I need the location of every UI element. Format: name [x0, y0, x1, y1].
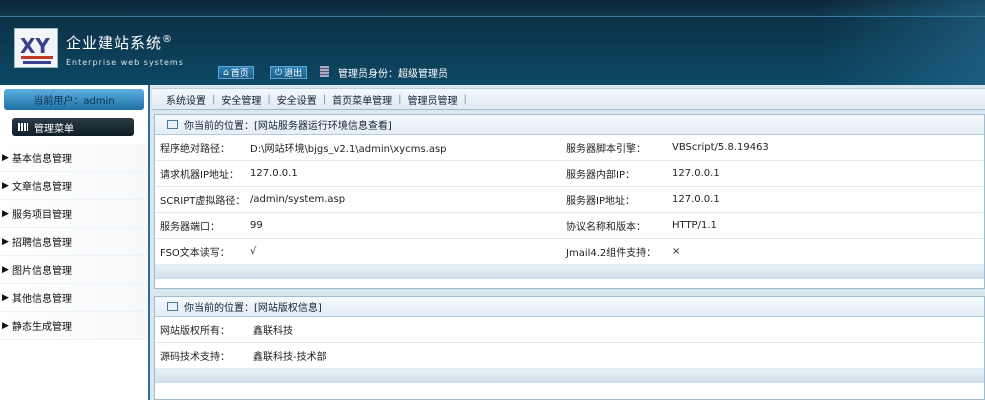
admin-list-icon — [320, 66, 329, 77]
sidebar-item-label: 招聘信息管理 — [12, 238, 72, 249]
caret-right-icon: ▶ — [2, 208, 9, 219]
row-label: 服务器脚本引擎： — [566, 144, 646, 155]
tab-admin-management[interactable]: 管理员管理 — [402, 92, 464, 107]
table-row: 程序绝对路径： D:\网站环境\bjgs_v2.1\admin\xycms.as… — [155, 135, 984, 161]
row-value: /admin/system.asp — [250, 194, 346, 205]
top-tab-menu: 系统设置 | 安全管理 | 安全设置 | 首页菜单管理 | 管理员管理 | — [152, 88, 985, 110]
row-value: 99 — [250, 220, 263, 231]
sidebar-item-label: 基本信息管理 — [12, 154, 72, 165]
menu-title: 管理菜单 — [34, 123, 74, 135]
panel-breadcrumb: 你当前的位置：[网站版权信息] — [155, 297, 984, 317]
sidebar-item-static[interactable]: ▶ 静态生成管理 — [0, 312, 148, 340]
row-label: 服务器内部IP： — [566, 170, 635, 181]
breadcrumb-text: 你当前的位置：[网站服务器运行环境信息查看] — [184, 121, 392, 132]
row-label: 程序绝对路径： — [160, 144, 230, 155]
row-label: 请求机器IP地址： — [160, 170, 239, 181]
tab-separator: | — [463, 93, 467, 105]
row-value: 鑫联科技-技术部 — [253, 352, 327, 363]
app-title: 企业建站系统® — [66, 34, 174, 52]
header-glow — [820, 0, 985, 85]
row-value: 鑫联科技 — [253, 326, 293, 337]
panel-footer — [155, 265, 984, 279]
sidebar-item-label: 其他信息管理 — [12, 294, 72, 305]
power-icon: ⏻ — [275, 67, 283, 78]
window-icon — [167, 120, 178, 129]
table-row: FSO文本读写： √ Jmail4.2组件支持： × — [155, 239, 984, 265]
logo-xy-icon: XY — [20, 34, 53, 64]
server-info-panel: 你当前的位置：[网站服务器运行环境信息查看] 程序绝对路径： D:\网站环境\b… — [154, 114, 985, 289]
breadcrumb-text: 你当前的位置：[网站版权信息] — [184, 303, 322, 314]
menu-header[interactable]: 管理菜单 — [12, 118, 134, 136]
sidebar: 当前用户：admin 管理菜单 ▶ 基本信息管理 ▶ 文章信息管理 ▶ 服务项目管理 … — [0, 85, 150, 400]
logout-label: 退出 — [284, 69, 303, 79]
sidebar-item-label: 服务项目管理 — [12, 210, 72, 221]
sidebar-item-label: 静态生成管理 — [12, 322, 72, 333]
row-label: FSO文本读写： — [160, 248, 230, 259]
sidebar-item-services[interactable]: ▶ 服务项目管理 — [0, 200, 148, 228]
tab-security-settings[interactable]: 安全设置 — [271, 92, 323, 107]
sidebar-item-recruitment[interactable]: ▶ 招聘信息管理 — [0, 228, 148, 256]
caret-right-icon: ▶ — [2, 320, 9, 331]
row-label: 网站版权所有： — [160, 326, 230, 337]
sidebar-item-images[interactable]: ▶ 图片信息管理 — [0, 256, 148, 284]
row-label: SCRIPT虚拟路径： — [160, 196, 246, 207]
row-label: 协议名称和版本： — [566, 222, 646, 233]
table-row: 源码技术支持： 鑫联科技-技术部 — [155, 343, 984, 369]
window-icon — [167, 302, 178, 311]
header: XY 企业建站系统® Enterprise web systems ⌂ 首页 ⏻… — [0, 0, 985, 85]
table-row: 请求机器IP地址： 127.0.0.1 服务器内部IP： 127.0.0.1 — [155, 161, 984, 187]
tab-system-settings[interactable]: 系统设置 — [160, 92, 212, 107]
home-button[interactable]: ⌂ 首页 — [218, 66, 254, 79]
caret-right-icon: ▶ — [2, 292, 9, 303]
sidebar-item-other[interactable]: ▶ 其他信息管理 — [0, 284, 148, 312]
row-value: 127.0.0.1 — [250, 168, 298, 179]
app-logo: XY — [14, 28, 58, 68]
sidebar-item-basic-info[interactable]: ▶ 基本信息管理 — [0, 144, 148, 172]
caret-right-icon: ▶ — [2, 264, 9, 275]
row-value: 127.0.0.1 — [672, 168, 720, 179]
logout-button[interactable]: ⏻ 退出 — [270, 66, 308, 79]
sidebar-item-label: 文章信息管理 — [12, 182, 72, 193]
row-label: 服务器端口： — [160, 222, 220, 233]
row-value: D:\网站环境\bjgs_v2.1\admin\xycms.asp — [250, 144, 447, 155]
row-value: VBScript/5.8.19463 — [672, 142, 769, 153]
row-value: √ — [250, 246, 257, 257]
row-label: 源码技术支持： — [160, 352, 230, 363]
row-value: 127.0.0.1 — [672, 194, 720, 205]
sidebar-item-label: 图片信息管理 — [12, 266, 72, 277]
home-label: 首页 — [230, 69, 249, 79]
svg-text:XY: XY — [20, 34, 50, 58]
sidebar-item-articles[interactable]: ▶ 文章信息管理 — [0, 172, 148, 200]
caret-right-icon: ▶ — [2, 180, 9, 191]
sidebar-menu: ▶ 基本信息管理 ▶ 文章信息管理 ▶ 服务项目管理 ▶ 招聘信息管理 ▶ 图片信息管理 … — [0, 144, 148, 340]
admin-role-text: 管理员身份：超级管理员 — [338, 69, 448, 80]
row-value: HTTP/1.1 — [672, 220, 717, 231]
panel-breadcrumb: 你当前的位置：[网站服务器运行环境信息查看] — [155, 115, 984, 135]
panel-footer — [155, 369, 984, 383]
tab-security-management[interactable]: 安全管理 — [215, 92, 267, 107]
copyright-panel: 你当前的位置：[网站版权信息] 网站版权所有： 鑫联科技 源码技术支持： 鑫联科… — [154, 296, 985, 400]
caret-right-icon: ▶ — [2, 236, 9, 247]
row-label: Jmail4.2组件支持： — [566, 248, 657, 259]
table-row: 服务器端口： 99 协议名称和版本： HTTP/1.1 — [155, 213, 984, 239]
menu-grid-icon — [18, 123, 28, 131]
tab-home-menu[interactable]: 首页菜单管理 — [326, 92, 398, 107]
caret-right-icon: ▶ — [2, 152, 9, 163]
table-row: 网站版权所有： 鑫联科技 — [155, 317, 984, 343]
table-row: SCRIPT虚拟路径： /admin/system.asp 服务器IP地址： 1… — [155, 187, 984, 213]
app-subtitle: Enterprise web systems — [66, 58, 184, 67]
row-value: × — [672, 246, 681, 257]
home-icon: ⌂ — [223, 67, 229, 78]
row-label: 服务器IP地址： — [566, 196, 635, 207]
current-user-bar: 当前用户：admin — [4, 89, 144, 110]
